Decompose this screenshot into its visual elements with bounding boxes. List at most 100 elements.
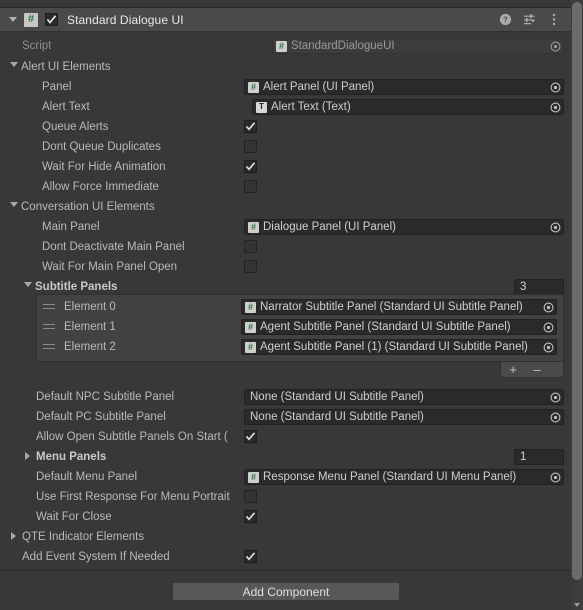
wait-for-main-panel-open-checkbox[interactable] (244, 260, 257, 273)
row-wait-for-close: Wait For Close (0, 507, 571, 527)
row-wait-for-hide-animation: Wait For Hide Animation (0, 157, 571, 177)
label-dont-deactivate-main-panel: Dont Deactivate Main Panel (42, 241, 185, 253)
default-pc-subtitle-panel-object-field[interactable]: None (Standard UI Subtitle Panel) (244, 409, 564, 425)
label-default-menu-panel: Default Menu Panel (36, 471, 138, 483)
element-0-object-field[interactable]: # Narrator Subtitle Panel (Standard UI S… (241, 299, 557, 315)
label-main-panel: Main Panel (42, 221, 100, 233)
help-icon[interactable]: ? (498, 12, 513, 27)
label-element-0: Element 0 (64, 301, 116, 313)
scroll-down-arrow-icon[interactable] (574, 603, 580, 607)
menu-panels-foldout-arrow[interactable] (25, 452, 30, 460)
drag-handle-icon[interactable] (43, 304, 55, 310)
use-first-response-for-menu-portrait-checkbox[interactable] (244, 490, 257, 503)
object-picker-icon[interactable] (547, 472, 563, 483)
more-menu-icon[interactable] (546, 12, 561, 27)
section-conversation-ui-elements[interactable]: Conversation UI Elements (0, 197, 571, 217)
subtitle-panels-foldout-arrow[interactable] (24, 282, 32, 287)
element-0-value: Narrator Subtitle Panel (Standard UI Sub… (260, 301, 523, 313)
list-remove-button[interactable]: – (525, 362, 549, 377)
wait-for-close-checkbox[interactable] (244, 510, 257, 523)
label-allow-open-subtitle-panels-on-start: Allow Open Subtitle Panels On Start ( (36, 431, 228, 443)
alert-foldout-arrow[interactable] (10, 62, 18, 67)
allow-open-subtitle-panels-on-start-checkbox[interactable] (244, 430, 257, 443)
label-queue-alerts: Queue Alerts (42, 121, 109, 133)
default-npc-subtitle-panel-value: None (Standard UI Subtitle Panel) (250, 391, 424, 403)
inspector-panel: # Standard Dialogue UI ? Script # Standa… (0, 0, 583, 610)
list-item[interactable]: Element 0 # Narrator Subtitle Panel (Sta… (37, 297, 563, 317)
component-enabled-checkbox[interactable] (45, 13, 58, 26)
section-menu-panels[interactable]: Menu Panels 1 (0, 447, 571, 467)
row-queue-alerts: Queue Alerts (0, 117, 571, 137)
object-picker-icon[interactable] (547, 222, 563, 233)
drag-handle-icon[interactable] (43, 324, 55, 330)
object-picker-icon[interactable] (540, 322, 556, 333)
object-picker-icon[interactable] (547, 102, 563, 113)
subtitle-panels-size-field[interactable]: 3 (514, 279, 564, 295)
section-alert-ui-elements[interactable]: Alert UI Elements (0, 57, 571, 77)
queue-alerts-checkbox[interactable] (244, 120, 257, 133)
default-npc-subtitle-panel-object-field[interactable]: None (Standard UI Subtitle Panel) (244, 389, 564, 405)
inspector-body: Script # StandardDialogueUI Alert UI Ele… (0, 32, 571, 563)
add-event-system-if-needed-checkbox[interactable] (244, 550, 257, 563)
object-picker-icon[interactable] (547, 82, 563, 93)
component-header[interactable]: # Standard Dialogue UI ? (0, 8, 571, 32)
label-alert-ui-elements: Alert UI Elements (21, 61, 111, 73)
component-foldout-arrow[interactable] (6, 13, 20, 27)
alert-text-object-field[interactable]: T Alert Text (Text) (252, 99, 564, 115)
dont-queue-duplicates-checkbox[interactable] (244, 140, 257, 153)
label-element-2: Element 2 (64, 341, 116, 353)
default-menu-panel-object-field[interactable]: # Response Menu Panel (Standard UI Menu … (244, 469, 564, 485)
label-default-npc-subtitle-panel: Default NPC Subtitle Panel (36, 391, 175, 403)
footer-separator (0, 570, 571, 571)
row-wait-for-main-panel-open: Wait For Main Panel Open (0, 257, 571, 277)
row-script: Script # StandardDialogueUI (0, 36, 571, 56)
label-dont-queue-duplicates: Dont Queue Duplicates (42, 141, 161, 153)
component-title: Standard Dialogue UI (67, 12, 184, 27)
vertical-scrollbar[interactable] (571, 0, 583, 610)
drag-handle-icon[interactable] (43, 344, 55, 350)
csharp-script-icon: # (248, 81, 259, 93)
section-qte-indicator-elements[interactable]: QTE Indicator Elements (0, 527, 571, 547)
element-1-object-field[interactable]: # Agent Subtitle Panel (Standard UI Subt… (241, 319, 557, 335)
dont-deactivate-main-panel-checkbox[interactable] (244, 240, 257, 253)
svg-text:?: ? (503, 16, 508, 25)
object-picker-icon[interactable] (547, 412, 563, 423)
conversation-foldout-arrow[interactable] (10, 202, 18, 207)
list-add-remove-buttons: + – (500, 361, 564, 378)
label-default-pc-subtitle-panel: Default PC Subtitle Panel (36, 411, 166, 423)
qte-foldout-arrow[interactable] (11, 532, 16, 540)
csharp-script-icon: # (245, 341, 256, 353)
csharp-script-icon: # (276, 40, 287, 52)
row-allow-force-immediate: Allow Force Immediate (0, 177, 571, 197)
main-panel-object-field[interactable]: # Dialogue Panel (UI Panel) (244, 219, 564, 235)
alert-panel-object-field[interactable]: # Alert Panel (UI Panel) (244, 79, 564, 95)
menu-panels-size-field[interactable]: 1 (514, 449, 564, 465)
element-2-object-field[interactable]: # Agent Subtitle Panel (1) (Standard UI … (241, 339, 557, 355)
list-item[interactable]: Element 2 # Agent Subtitle Panel (1) (St… (37, 337, 563, 357)
object-picker-icon[interactable] (547, 41, 563, 52)
row-alert-text: Alert Text T Alert Text (Text) (0, 97, 571, 117)
list-item[interactable]: Element 1 # Agent Subtitle Panel (Standa… (37, 317, 563, 337)
row-dont-queue-duplicates: Dont Queue Duplicates (0, 137, 571, 157)
label-panel: Panel (42, 81, 72, 93)
element-2-value: Agent Subtitle Panel (1) (Standard UI Su… (260, 341, 528, 353)
script-object-field[interactable]: # StandardDialogueUI (272, 38, 564, 54)
preset-icon[interactable] (522, 12, 537, 27)
object-picker-icon[interactable] (540, 302, 556, 313)
row-default-menu-panel: Default Menu Panel # Response Menu Panel… (0, 467, 571, 487)
object-picker-icon[interactable] (540, 342, 556, 353)
default-menu-panel-value: Response Menu Panel (Standard UI Menu Pa… (263, 471, 517, 483)
scrollbar-thumb[interactable] (572, 2, 582, 580)
csharp-script-icon: # (245, 321, 256, 333)
label-conversation-ui-elements: Conversation UI Elements (21, 201, 155, 213)
row-default-npc-subtitle-panel: Default NPC Subtitle Panel None (Standar… (0, 387, 571, 407)
object-picker-icon[interactable] (547, 392, 563, 403)
list-add-button[interactable]: + (501, 362, 525, 377)
label-alert-text: Alert Text (42, 101, 90, 113)
add-component-button[interactable]: Add Component (172, 582, 400, 601)
row-dont-deactivate-main-panel: Dont Deactivate Main Panel (0, 237, 571, 257)
wait-for-hide-animation-checkbox[interactable] (244, 160, 257, 173)
allow-force-immediate-checkbox[interactable] (244, 180, 257, 193)
top-strip (0, 0, 583, 8)
label-menu-panels: Menu Panels (36, 451, 107, 463)
